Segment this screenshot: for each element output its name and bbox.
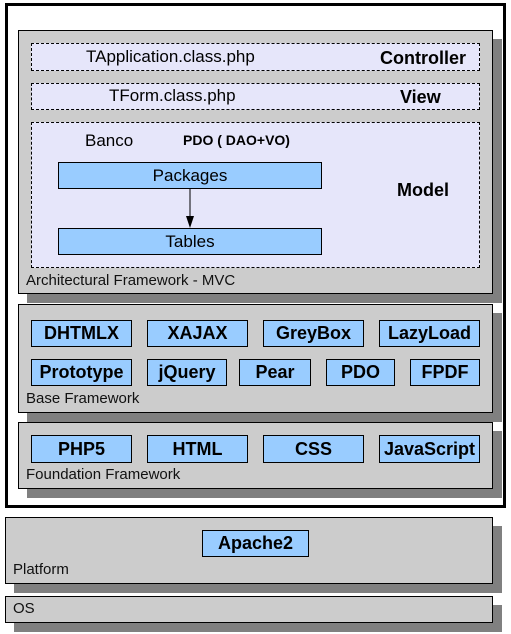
controller-label: Controller: [380, 48, 467, 68]
platform-label: Platform: [13, 561, 69, 578]
foundation-item: PHP5: [31, 435, 132, 463]
base-item: Pear: [239, 359, 311, 386]
base-framework-label: Base Framework: [26, 390, 140, 407]
base-item: Prototype: [31, 359, 132, 386]
architectural-framework-label: Architectural Framework - MVC: [26, 272, 236, 289]
base-item: FPDF: [410, 359, 480, 386]
base-item: jQuery: [147, 359, 227, 386]
base-item: GreyBox: [263, 320, 364, 347]
foundation-item: CSS: [263, 435, 364, 463]
tables-box: Tables: [58, 228, 322, 255]
controller-file: TApplication.class.php: [86, 47, 255, 66]
base-item: DHTMLX: [31, 320, 132, 347]
pdo-label: PDO ( DAO+VO): [183, 132, 290, 148]
foundation-item: HTML: [147, 435, 248, 463]
os-panel: [5, 596, 493, 623]
os-label: OS: [13, 600, 35, 617]
foundation-item: JavaScript: [379, 435, 480, 463]
base-item: XAJAX: [147, 320, 248, 347]
base-item: LazyLoad: [379, 320, 480, 347]
apache2-box: Apache2: [202, 530, 309, 557]
view-label: View: [400, 87, 441, 107]
foundation-framework-label: Foundation Framework: [26, 466, 181, 483]
packages-box: Packages: [58, 162, 322, 189]
view-file: TForm.class.php: [109, 86, 236, 105]
model-label: Model: [397, 180, 449, 200]
base-item: PDO: [326, 359, 395, 386]
banco-label: Banco: [85, 131, 134, 150]
packages-to-tables-arrow: [186, 188, 194, 228]
